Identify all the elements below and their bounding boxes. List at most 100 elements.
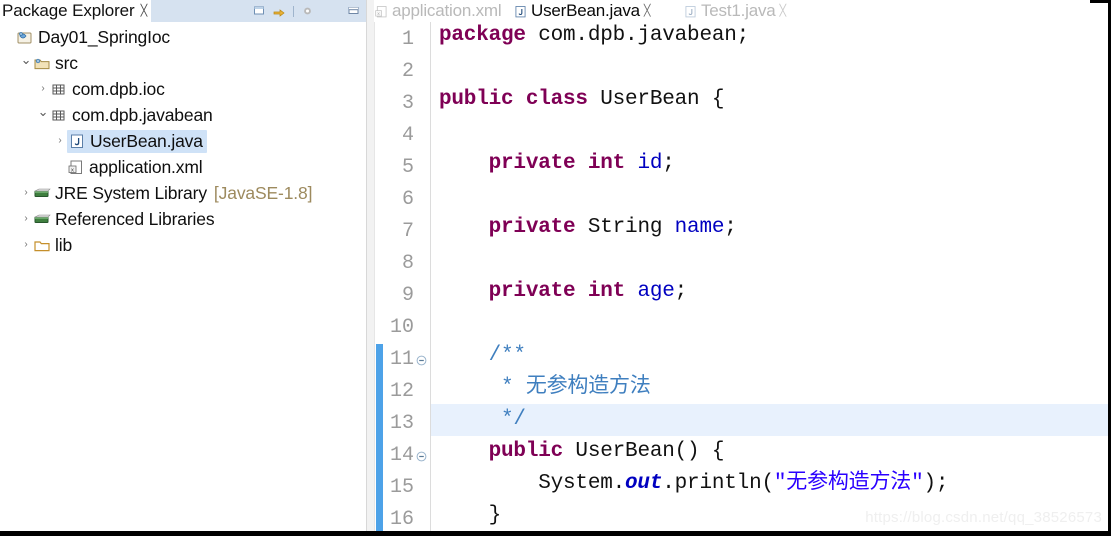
code-line[interactable] [431, 308, 1108, 340]
code-token-kw: private int [488, 152, 626, 175]
selected-tree-row: UserBean.java [67, 129, 207, 153]
java-file-icon [513, 4, 527, 18]
tree-item-label: JRE System Library [55, 182, 207, 203]
code-token-pln: ; [724, 216, 737, 239]
line-number: 16 [389, 508, 414, 531]
close-icon[interactable]: ╳ [644, 5, 651, 17]
tree-item-lib[interactable]: › lib [0, 232, 366, 258]
code-line-text: public class UserBean { [431, 84, 724, 116]
view-menu-icon[interactable] [301, 5, 314, 18]
chevron-down-icon[interactable]: ⌄ [19, 53, 33, 66]
line-number: 15 [389, 476, 414, 499]
code-line[interactable]: /** [431, 340, 1108, 372]
tab-package-explorer[interactable]: Package Explorer ╳ [0, 0, 152, 22]
code-line-text: package com.dpb.javabean; [431, 22, 749, 52]
code-token-cmt: */ [439, 408, 526, 431]
tree-item-referenced-libraries[interactable]: › Referenced Libraries [0, 206, 366, 232]
line-number: 7 [401, 220, 414, 243]
line-number: 1 [401, 28, 414, 51]
code-token-pln: UserBean() { [563, 440, 725, 463]
code-line[interactable] [431, 52, 1108, 84]
code-token-fld: age [637, 280, 675, 303]
line-number-gutter[interactable]: 1 2 3 4 5 6 7 8 9 10 11 12 13 14 15 16 [383, 22, 431, 531]
code-line-text: private String name; [431, 212, 737, 244]
code-line[interactable] [431, 180, 1108, 212]
line-number: 8 [401, 252, 414, 275]
code-line[interactable]: private String name; [431, 212, 1108, 244]
package-explorer-toolbar [253, 0, 364, 22]
tree-item-label: com.dpb.ioc [72, 78, 165, 99]
code-token-pln: UserBean { [587, 88, 725, 111]
code-token-fld: name [674, 216, 725, 239]
xml-file-icon: x [374, 4, 388, 18]
editor-tab-test1-java[interactable]: Test1.java ╳ [683, 0, 786, 22]
code-token-pln: ; [662, 152, 675, 175]
tree-item-jre-system-library[interactable]: › JRE System Library [JavaSE-1.8] [0, 180, 366, 206]
code-line[interactable]: public class UserBean { [431, 84, 1108, 116]
fold-toggle-icon[interactable] [416, 353, 427, 366]
source-code-area[interactable]: package com.dpb.javabean; public class Us… [431, 22, 1108, 531]
tree-item-label: application.xml [89, 156, 203, 177]
code-token-fld: id [637, 152, 663, 175]
editor-tab-userbean-java[interactable]: UserBean.java ╳ [513, 0, 651, 24]
package-icon [50, 80, 68, 98]
tree-item-com-dpb-javabean[interactable]: ⌄ com.dpb.javabean [0, 102, 366, 128]
chevron-down-icon[interactable]: ⌄ [36, 105, 50, 118]
code-token-pln: } [439, 504, 502, 527]
project-tree[interactable]: Day01_SpringIoc ⌄ src › com.dpb.ioc ⌄ com.dpb.… [0, 22, 366, 531]
java-file-icon [683, 4, 697, 18]
code-token-pln: System. [439, 472, 626, 495]
line-number: 5 [401, 156, 414, 179]
chevron-right-icon[interactable]: › [19, 240, 33, 250]
code-line-text: * 无参构造方法 [431, 372, 651, 404]
tree-item-com-dpb-ioc[interactable]: › com.dpb.ioc [0, 76, 366, 102]
code-line[interactable]: private int id; [431, 148, 1108, 180]
fold-toggle-icon[interactable] [416, 449, 427, 462]
tree-row-content: Referenced Libraries [33, 208, 215, 230]
tree-item-label: Referenced Libraries [55, 208, 215, 229]
code-line[interactable] [431, 244, 1108, 276]
code-line-text: */ [431, 404, 526, 436]
close-icon[interactable]: ╳ [141, 5, 148, 17]
chevron-right-icon[interactable]: › [19, 214, 33, 224]
tree-item-label: com.dpb.javabean [72, 104, 213, 125]
package-icon [50, 106, 68, 124]
code-token-pln: ; [674, 280, 688, 303]
link-with-editor-icon[interactable] [273, 5, 286, 18]
tree-row-content: src [33, 53, 78, 74]
code-line[interactable]: public UserBean() { [431, 436, 1108, 468]
chevron-right-icon[interactable]: › [19, 188, 33, 198]
chevron-right-icon[interactable]: › [36, 84, 50, 94]
code-token-kw: package [439, 24, 526, 47]
close-icon[interactable]: ╳ [780, 5, 787, 17]
code-token-kw: public [488, 440, 564, 463]
code-token-stat: out [625, 472, 663, 495]
line-number: 3 [401, 92, 414, 115]
tree-item-userbean-java[interactable]: › UserBean.java [0, 128, 366, 154]
tree-item-suffix: [JavaSE-1.8] [213, 182, 313, 203]
xml-file-icon: x [67, 158, 85, 176]
editor-tab-label: UserBean.java [531, 1, 640, 20]
code-line[interactable] [431, 116, 1108, 148]
toolbar-separator [293, 5, 294, 17]
code-line[interactable]: package com.dpb.javabean; [431, 22, 1108, 52]
code-token-pln: com.dpb.javabean; [525, 24, 750, 47]
code-token-pln [625, 152, 637, 175]
code-token-pln [439, 152, 489, 175]
code-line[interactable]: System.out.println("无参构造方法"); [431, 468, 1108, 500]
line-number: 12 [389, 380, 414, 403]
code-line[interactable]: * 无参构造方法 [431, 372, 1108, 404]
svg-text:x: x [377, 12, 380, 17]
code-line[interactable]: */ [431, 404, 1108, 436]
code-line[interactable]: private int age; [431, 276, 1108, 308]
tree-row-content: Day01_SpringIoc [16, 27, 170, 48]
tree-item-application-xml[interactable]: x application.xml [0, 154, 366, 180]
collapse-all-icon[interactable] [253, 5, 266, 18]
tree-item-src[interactable]: ⌄ src [0, 50, 366, 76]
folder-icon [33, 236, 51, 254]
tree-item-day01-springioc[interactable]: Day01_SpringIoc [0, 24, 366, 50]
tree-item-label: lib [55, 234, 73, 255]
editor-tab-application-xml[interactable]: x application.xml [374, 0, 502, 22]
chevron-right-icon[interactable]: › [53, 136, 67, 146]
minimize-icon[interactable] [347, 5, 360, 18]
